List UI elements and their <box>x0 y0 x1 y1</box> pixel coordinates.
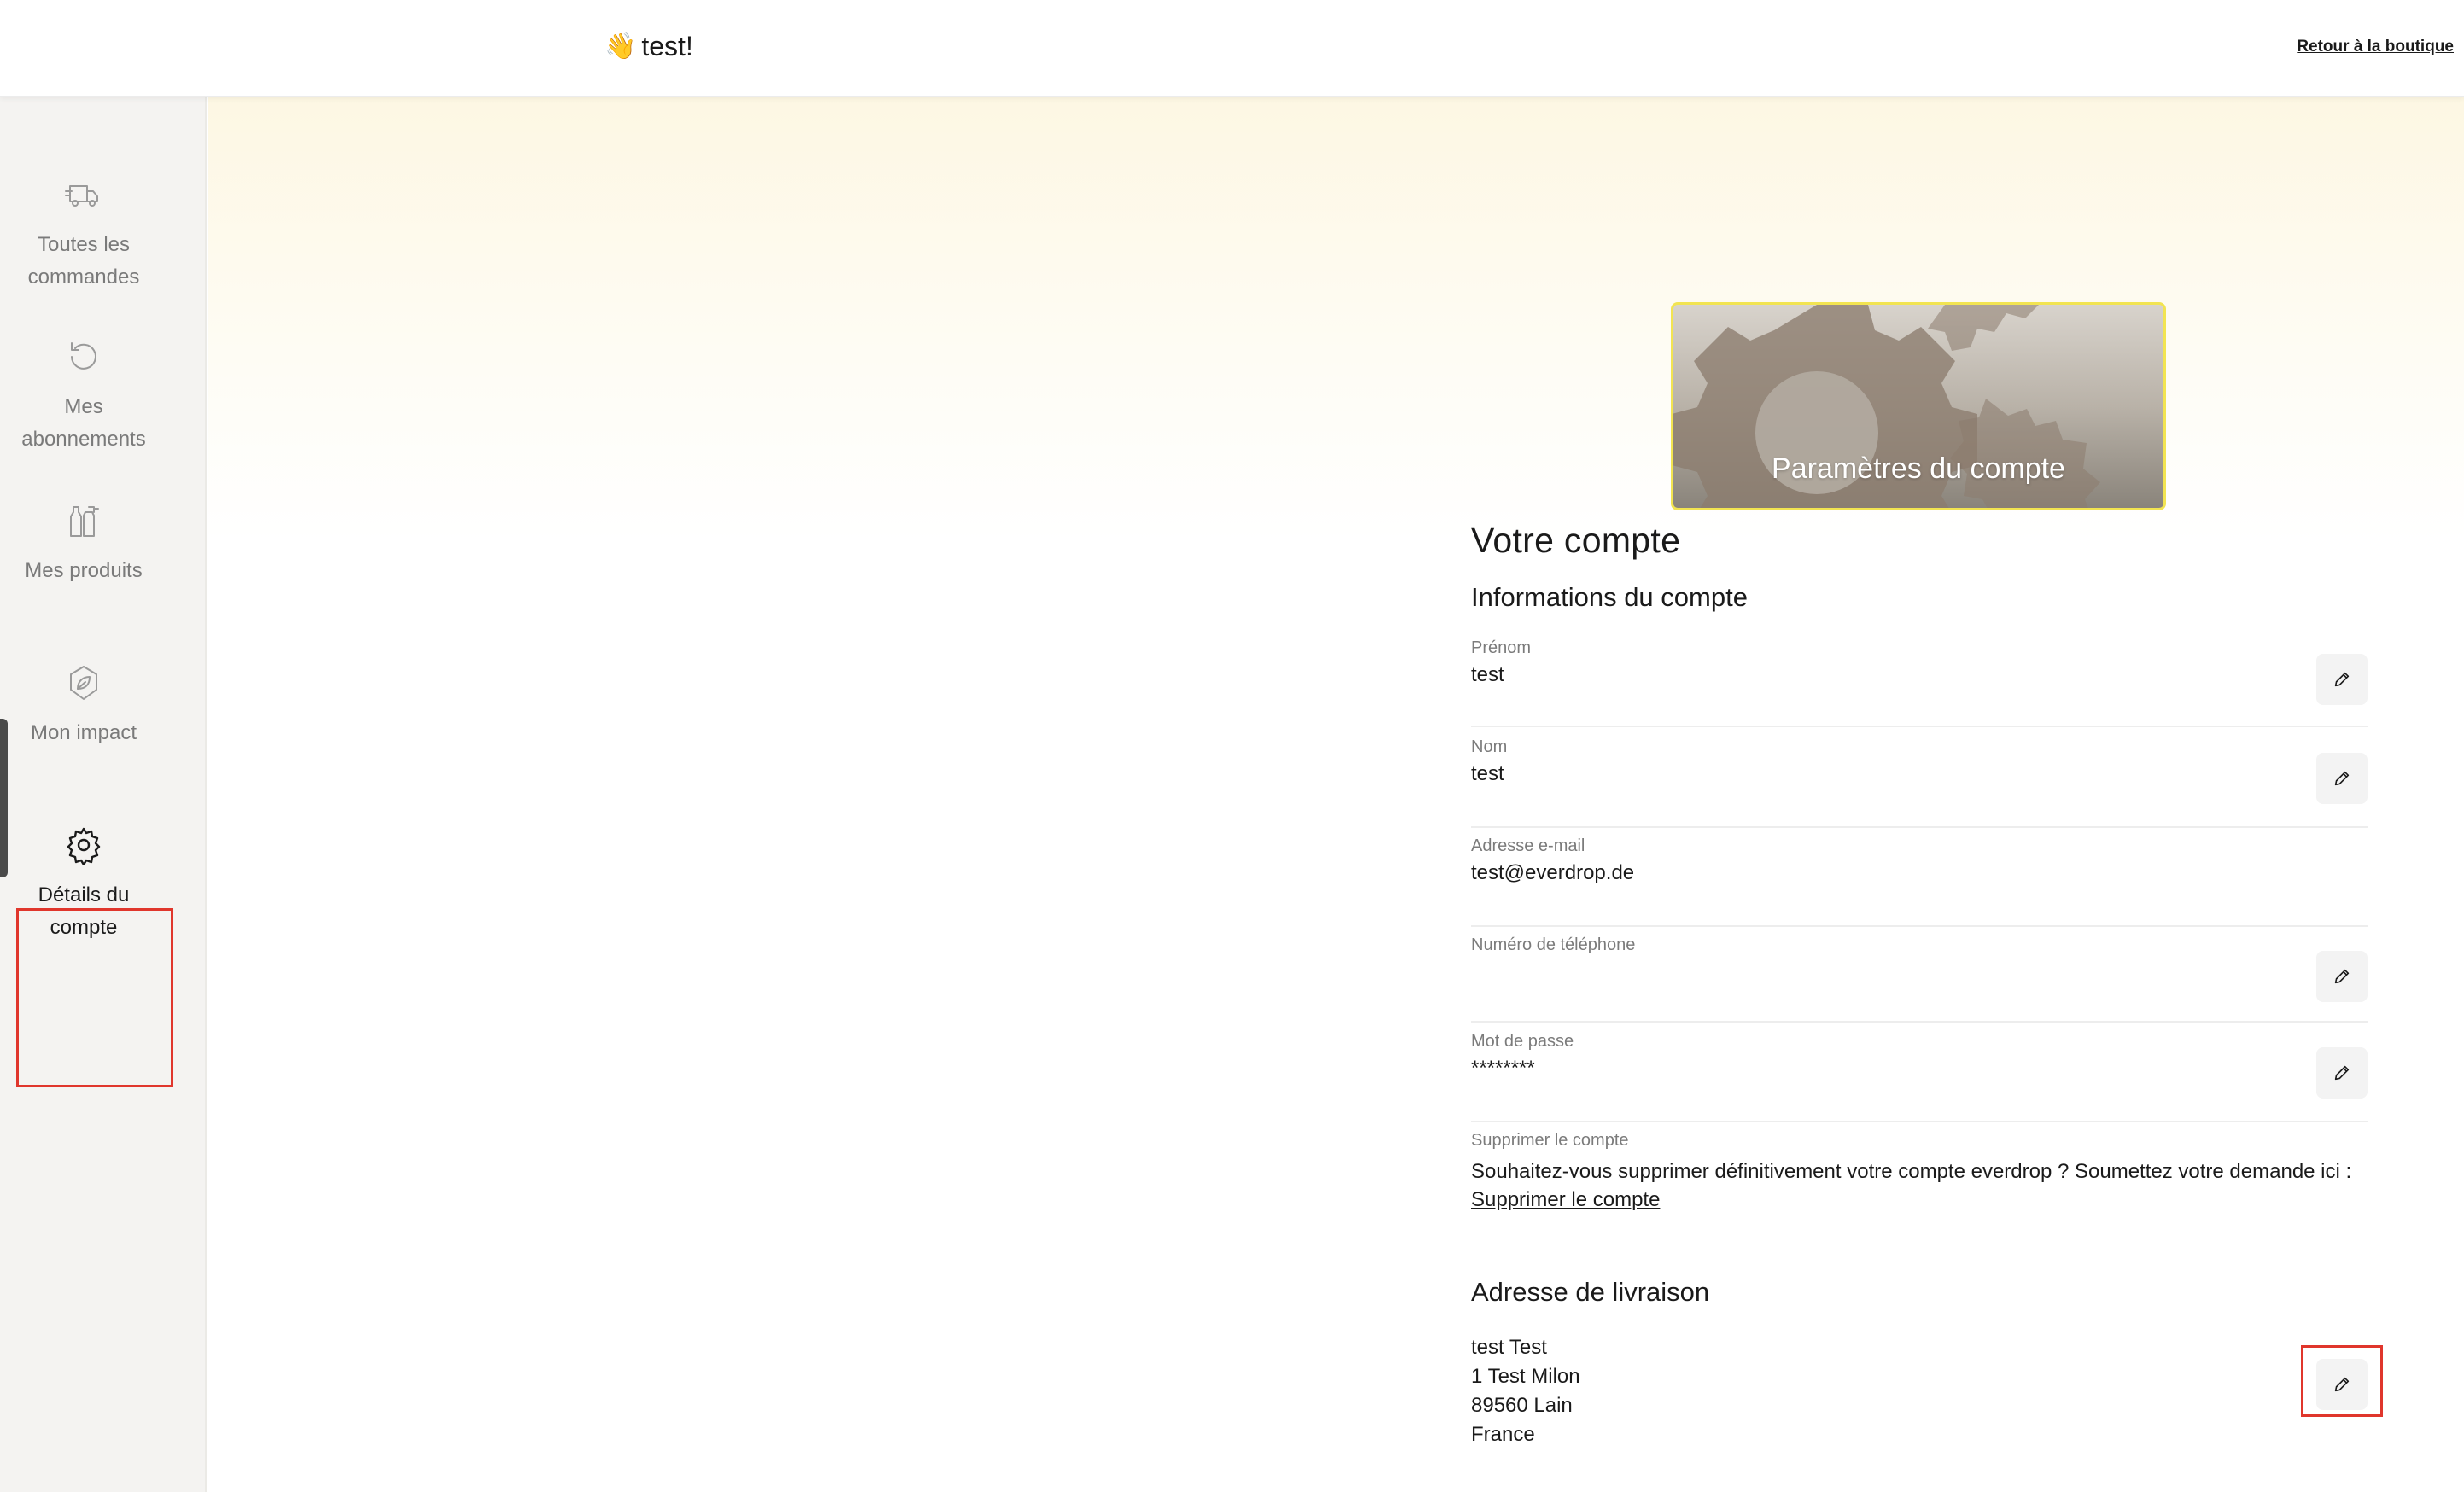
address-line: France <box>1471 1423 1535 1446</box>
email-field: Adresse e-mail test@everdrop.de <box>1471 836 2368 937</box>
pencil-icon <box>2334 969 2350 984</box>
field-value: test@everdrop.de <box>1471 861 1635 884</box>
bottles-icon <box>0 500 167 545</box>
account-settings-banner: Paramètres du compte <box>1671 302 2166 510</box>
edit-shipping-address-button[interactable] <box>2316 1359 2368 1410</box>
edit-phone-button[interactable] <box>2316 951 2368 1002</box>
edit-first-name-button[interactable] <box>2316 654 2368 705</box>
field-value: test <box>1471 663 1504 686</box>
banner-title: Paramètres du compte <box>1772 452 2065 485</box>
edit-password-button[interactable] <box>2316 1047 2368 1099</box>
truck-icon <box>0 174 167 219</box>
field-value: test <box>1471 762 1504 785</box>
last-name-field: Nom test <box>1471 737 2368 838</box>
edit-last-name-button[interactable] <box>2316 753 2368 804</box>
divider <box>1471 925 2368 927</box>
waving-hand-icon: 👋 <box>604 32 637 61</box>
main-content: Paramètres du compte Votre compte Inform… <box>208 97 2464 1492</box>
field-label: Supprimer le compte <box>1471 1131 1629 1150</box>
pencil-icon <box>2334 1377 2350 1392</box>
shipping-address: test Test 1 Test Milon 89560 Lain France <box>1471 1333 2383 1449</box>
pencil-icon <box>2334 1065 2350 1081</box>
sidebar-item-impact[interactable]: Mon impact <box>0 662 167 749</box>
sidebar-item-label: Toutes les commandes <box>27 233 140 288</box>
sidebar-item-label: Mes abonnements <box>21 395 146 451</box>
divider <box>1471 1121 2368 1122</box>
sidebar-item-account-details[interactable]: Détails du compte <box>0 825 167 944</box>
delete-account-link[interactable]: Supprimer le compte <box>1471 1188 1660 1211</box>
gear-icon <box>0 825 167 869</box>
refresh-icon <box>0 336 167 381</box>
shipping-address-heading: Adresse de livraison <box>1471 1277 1710 1307</box>
address-line: 1 Test Milon <box>1471 1365 1580 1388</box>
divider <box>1471 726 2368 727</box>
divider <box>1471 1021 2368 1023</box>
address-line: 89560 Lain <box>1471 1394 1573 1417</box>
field-label: Nom <box>1471 737 1508 756</box>
pencil-icon <box>2334 771 2350 786</box>
first-name-field: Prénom test <box>1471 638 2368 739</box>
field-label: Prénom <box>1471 638 1532 657</box>
field-label: Numéro de téléphone <box>1471 935 1636 954</box>
sidebar-item-label: Mon impact <box>30 721 137 744</box>
sidebar-item-orders[interactable]: Toutes les commandes <box>0 174 167 294</box>
divider <box>1471 826 2368 828</box>
leaf-icon <box>0 662 167 707</box>
field-value: ******** <box>1471 1057 1535 1080</box>
phone-field: Numéro de téléphone <box>1471 935 2368 1036</box>
greeting: 👋 test! <box>604 31 693 62</box>
sidebar-item-subscriptions[interactable]: Mes abonnements <box>0 336 167 456</box>
sidebar-item-products[interactable]: Mes produits <box>0 500 167 587</box>
account-info-heading: Informations du compte <box>1471 582 1748 612</box>
pencil-icon <box>2334 672 2350 687</box>
field-label: Adresse e-mail <box>1471 836 1585 855</box>
greeting-text: test! <box>641 31 693 61</box>
sidebar-item-label: Mes produits <box>25 559 143 582</box>
sidebar-item-label: Détails du compte <box>38 883 130 939</box>
top-header: 👋 test! Retour à la boutique <box>0 0 2464 97</box>
sidebar: Toutes les commandes Mes abonnements Mes… <box>0 97 207 1492</box>
delete-account-description: Souhaitez-vous supprimer définitivement … <box>1471 1160 2352 1183</box>
page-title: Votre compte <box>1471 521 1681 560</box>
field-label: Mot de passe <box>1471 1032 1574 1051</box>
delete-account-section: Supprimer le compte Souhaitez-vous suppr… <box>1471 1131 2368 1212</box>
back-to-shop-link[interactable]: Retour à la boutique <box>2297 38 2454 56</box>
address-line: test Test <box>1471 1336 1547 1359</box>
password-field: Mot de passe ******** <box>1471 1032 2368 1133</box>
